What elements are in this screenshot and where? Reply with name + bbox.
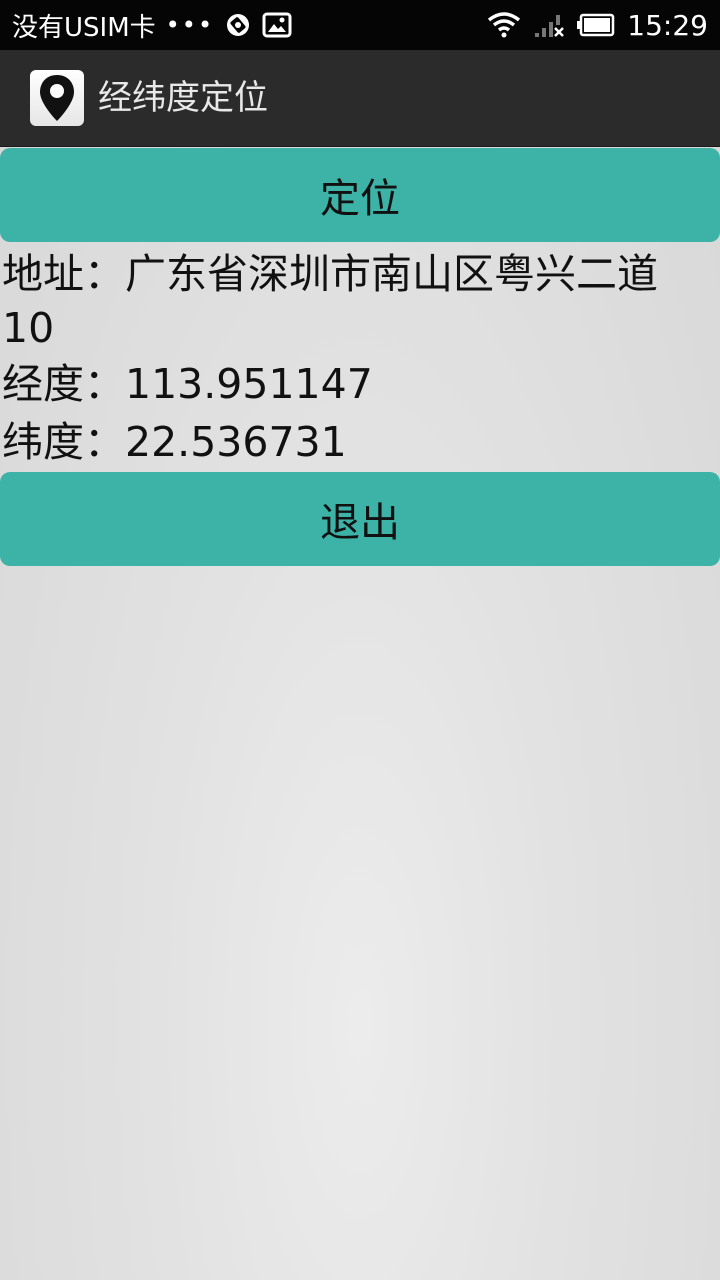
locate-button[interactable]: 定位	[0, 148, 720, 242]
action-bar: 经纬度定位	[0, 50, 720, 147]
longitude-text: 经度：113.951147	[2, 360, 373, 408]
carrier-text: 没有USIM卡	[12, 12, 156, 43]
address-text-line1: 地址：广东省深圳市南山区粤兴二道	[2, 250, 658, 298]
app-title: 经纬度定位	[98, 78, 268, 118]
wifi-icon	[487, 12, 521, 38]
status-right: 15:29	[487, 0, 708, 50]
status-left: 没有USIM卡 •••	[12, 0, 292, 50]
image-icon	[262, 12, 292, 38]
satellite-icon	[224, 11, 252, 39]
clock-text: 15:29	[627, 8, 708, 42]
battery-icon	[577, 13, 615, 37]
status-bar: 没有USIM卡 ••• 15:29	[0, 0, 720, 50]
no-signal-icon	[533, 11, 565, 39]
more-notifications-icon: •••	[165, 11, 215, 39]
address-text-line2: 10	[2, 304, 55, 352]
location-pin-icon	[30, 70, 84, 126]
latitude-text: 纬度：22.536731	[2, 418, 347, 466]
exit-button[interactable]: 退出	[0, 472, 720, 566]
